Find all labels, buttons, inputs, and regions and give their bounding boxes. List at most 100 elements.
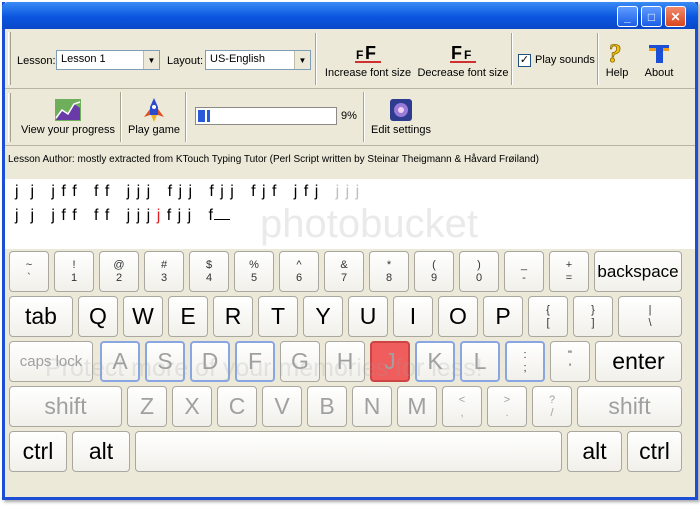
key-left-ctrl[interactable]: ctrl: [9, 431, 67, 472]
key-o[interactable]: O: [438, 296, 478, 337]
minimize-button[interactable]: _: [617, 6, 638, 27]
key-z[interactable]: Z: [127, 386, 167, 427]
key-0[interactable]: ) 0: [459, 251, 499, 292]
chevron-down-icon[interactable]: ▼: [294, 51, 310, 69]
key-w[interactable]: W: [123, 296, 163, 337]
key-p[interactable]: P: [483, 296, 523, 337]
key-8[interactable]: * 8: [369, 251, 409, 292]
key-b[interactable]: B: [307, 386, 347, 427]
play-sounds-checkbox[interactable]: ✓: [518, 54, 531, 67]
key-backslash[interactable]: | \: [618, 296, 682, 337]
help-button[interactable]: ? Help: [601, 39, 633, 79]
toolbar-separator: [363, 92, 365, 142]
key-2[interactable]: @2: [99, 251, 139, 292]
key-right-bracket[interactable]: }]: [573, 296, 613, 337]
key-backtick[interactable]: ~ `: [9, 251, 49, 292]
key-right-shift[interactable]: shift: [577, 386, 682, 427]
key-shift-char: &: [340, 258, 348, 271]
lesson-line-typed: j j j f f f f j j j j f j j f: [15, 206, 230, 225]
play-game-button[interactable]: Play game: [126, 96, 182, 136]
key-e[interactable]: E: [168, 296, 208, 337]
key-left-alt[interactable]: alt: [72, 431, 130, 472]
key-equals[interactable]: + =: [549, 251, 589, 292]
key-label: caps lock: [19, 353, 83, 370]
key-label: J: [384, 348, 396, 374]
key-comma[interactable]: <,: [442, 386, 482, 427]
key-l[interactable]: L: [460, 341, 500, 382]
key-x[interactable]: X: [172, 386, 212, 427]
play-game-label: Play game: [128, 124, 180, 136]
key-left-bracket[interactable]: {[: [528, 296, 568, 337]
settings-icon: [389, 96, 413, 124]
decrease-font-button[interactable]: FF Decrease font size: [417, 39, 509, 79]
key-4[interactable]: $4: [189, 251, 229, 292]
key-t[interactable]: T: [258, 296, 298, 337]
key-char: 6: [295, 271, 303, 284]
key-n[interactable]: N: [352, 386, 392, 427]
key-k[interactable]: K: [415, 341, 455, 382]
layout-select[interactable]: US-English ▼: [205, 50, 311, 70]
key-shift-char: <: [458, 393, 466, 406]
toolbar-grip[interactable]: [8, 32, 11, 85]
key-label: L: [473, 348, 487, 374]
key-c[interactable]: C: [217, 386, 257, 427]
key-caps-lock[interactable]: caps lock: [9, 341, 93, 382]
key-f[interactable]: F: [235, 341, 275, 382]
chevron-down-icon[interactable]: ▼: [143, 51, 159, 69]
key-9[interactable]: (9: [414, 251, 454, 292]
key-shift-char: ): [477, 258, 481, 271]
key-1[interactable]: ! 1: [54, 251, 94, 292]
key-y[interactable]: Y: [303, 296, 343, 337]
app-window: _ □ ✕ Lesson: Lesson 1 ▼ Layout: US-Engl…: [2, 2, 698, 500]
toolbar-grip[interactable]: [8, 93, 11, 142]
key-v[interactable]: V: [262, 386, 302, 427]
key-shift-char: >: [503, 393, 511, 406]
key-shift-char: @: [113, 258, 125, 271]
key-u[interactable]: U: [348, 296, 388, 337]
key-h[interactable]: H: [325, 341, 365, 382]
key-quote[interactable]: " ': [550, 341, 590, 382]
key-char: ;: [523, 361, 527, 374]
key-7[interactable]: & 7: [324, 251, 364, 292]
key-s[interactable]: S: [145, 341, 185, 382]
key-label: Y: [315, 303, 331, 329]
increase-font-button[interactable]: FF Increase font size: [323, 39, 413, 79]
key-tab[interactable]: tab: [9, 296, 73, 337]
key-right-alt[interactable]: alt: [567, 431, 622, 472]
about-button[interactable]: About: [639, 39, 679, 79]
key-backspace[interactable]: backspace: [594, 251, 682, 292]
key-g[interactable]: G: [280, 341, 320, 382]
key-semicolon[interactable]: :;: [505, 341, 545, 382]
maximize-button[interactable]: □: [641, 6, 662, 27]
key-left-shift[interactable]: shift: [9, 386, 122, 427]
svg-text:F: F: [365, 43, 376, 63]
key-r[interactable]: R: [213, 296, 253, 337]
lesson-text-area[interactable]: j j j f f f f j j j f j j f j j f j f j …: [5, 179, 695, 249]
key-space[interactable]: [135, 431, 562, 472]
key-label: ctrl: [22, 438, 54, 464]
key-minus[interactable]: _ -: [504, 251, 544, 292]
key-5[interactable]: % 5: [234, 251, 274, 292]
close-button[interactable]: ✕: [665, 6, 686, 27]
key-slash[interactable]: ? /: [532, 386, 572, 427]
key-q[interactable]: Q: [78, 296, 118, 337]
key-period[interactable]: >.: [487, 386, 527, 427]
key-3[interactable]: #3: [144, 251, 184, 292]
key-label: U: [359, 303, 377, 329]
title-bar[interactable]: _ □ ✕: [2, 2, 698, 29]
edit-settings-button[interactable]: Edit settings: [369, 96, 433, 136]
key-j[interactable]: J: [370, 341, 410, 382]
key-right-ctrl[interactable]: ctrl: [627, 431, 682, 472]
key-a[interactable]: A: [100, 341, 140, 382]
key-m[interactable]: M: [397, 386, 437, 427]
key-6[interactable]: ^ 6: [279, 251, 319, 292]
view-progress-button[interactable]: View your progress: [19, 96, 117, 136]
key-enter[interactable]: enter: [595, 341, 682, 382]
key-char: ': [568, 361, 572, 374]
key-i[interactable]: I: [393, 296, 433, 337]
key-shift-char: #: [160, 258, 168, 271]
key-d[interactable]: D: [190, 341, 230, 382]
lesson-select[interactable]: Lesson 1 ▼: [56, 50, 160, 70]
help-label: Help: [605, 67, 629, 79]
key-char: 3: [160, 271, 168, 284]
